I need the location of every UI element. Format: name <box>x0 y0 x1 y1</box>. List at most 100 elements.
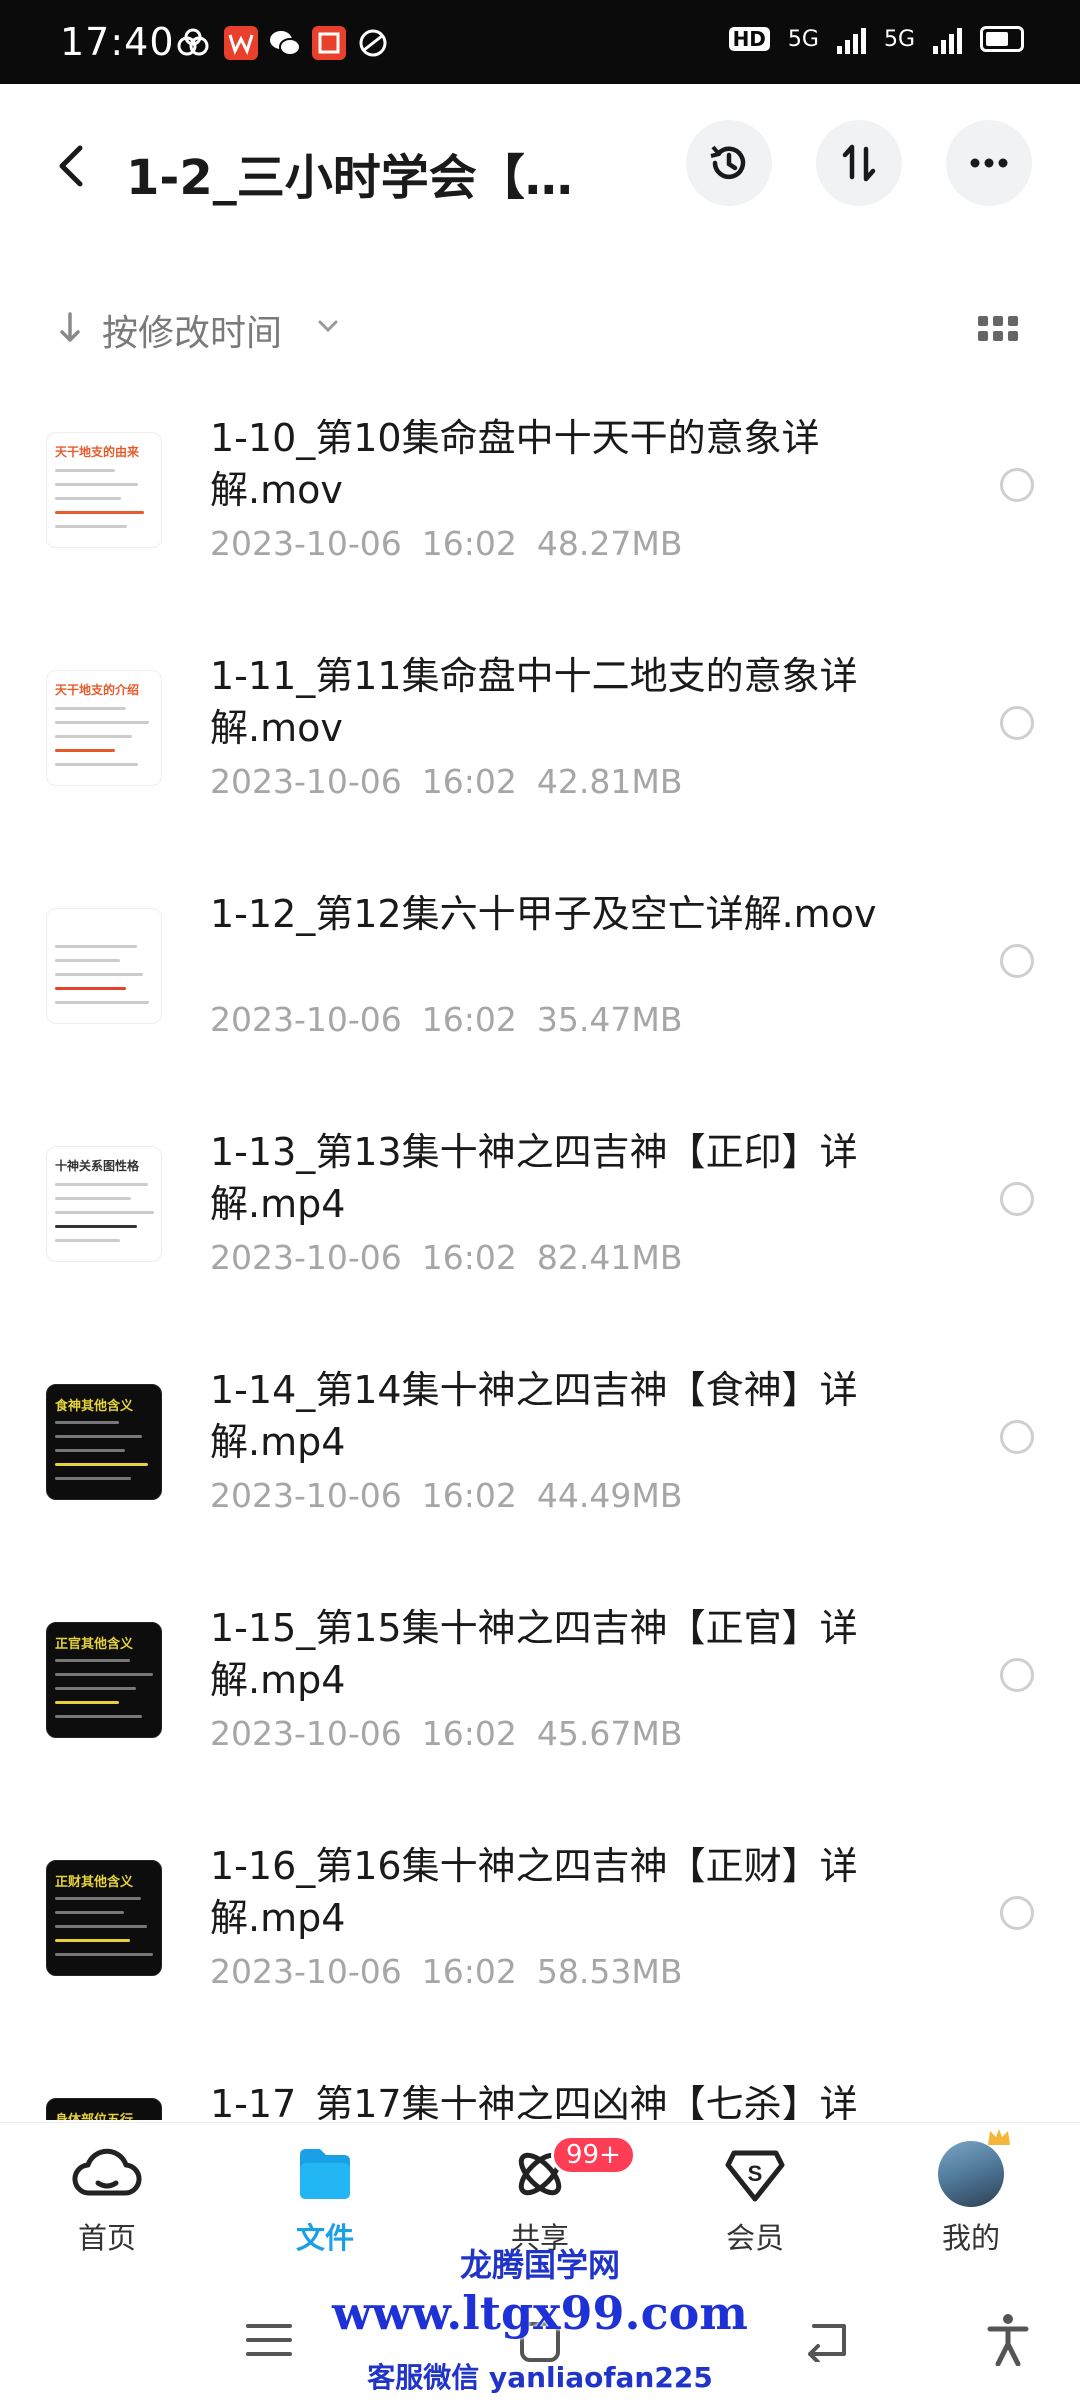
thumbnail-text-line <box>55 497 121 500</box>
file-thumbnail: 十神关系图性格 <box>46 1146 162 1262</box>
watermark-url: www.ltgx99.com <box>332 2286 748 2340</box>
hd-indicator: HD <box>728 27 770 51</box>
file-row[interactable]: 1-12_第12集六十甲子及空亡详解.mov 2023-10-06 16:02 35.… <box>0 866 1080 1104</box>
file-size: 35.47MB <box>536 1000 683 1039</box>
file-thumbnail: 正财其他含义 <box>46 1860 162 1976</box>
chevron-down-icon[interactable] <box>316 316 340 336</box>
thumbnail-text-line <box>55 1463 148 1466</box>
more-button[interactable] <box>946 120 1032 206</box>
file-size: 82.41MB <box>536 1238 683 1277</box>
baidu-netdisk-app-icon <box>176 26 210 60</box>
file-date: 2023-10-06 <box>210 1714 402 1753</box>
file-date: 2023-10-06 <box>210 1952 402 1991</box>
sort-label[interactable]: 按修改时间 <box>102 304 282 356</box>
thumbnail-text-line <box>55 1673 153 1676</box>
avatar <box>938 2129 1010 2207</box>
file-thumbnail: 食神其他含义 <box>46 1384 162 1500</box>
file-size: 48.27MB <box>536 524 683 563</box>
thumbnail-text-line <box>55 1449 125 1452</box>
select-radio[interactable] <box>1000 944 1034 978</box>
thumbnail-title: 天干地支的介绍 <box>55 683 140 697</box>
file-meta: 2023-10-06 16:02 48.27MB <box>210 524 682 563</box>
file-meta: 2023-10-06 16:02 42.81MB <box>210 762 682 801</box>
file-time: 16:02 <box>421 1476 517 1515</box>
select-radio[interactable] <box>1000 468 1034 502</box>
thumbnail-text-line <box>55 525 127 528</box>
thumbnail-text-line <box>55 763 138 766</box>
share-badge: 99+ <box>551 2135 636 2175</box>
battery-icon <box>980 26 1024 52</box>
history-button[interactable] <box>686 120 772 206</box>
file-time: 16:02 <box>421 1238 517 1277</box>
wechat-app-icon <box>268 26 302 60</box>
file-date: 2023-10-06 <box>210 762 402 801</box>
file-name: 1-13_第13集十神之四吉神【正印】详解.mp4 <box>210 1130 858 1226</box>
file-meta: 2023-10-06 16:02 35.47MB <box>210 1000 682 1039</box>
file-meta: 2023-10-06 16:02 44.49MB <box>210 1476 682 1515</box>
file-row[interactable]: 正官其他含义 1-15_第15集十神之四吉神【正官】详解.mp4 2023-10-0… <box>0 1580 1080 1818</box>
file-name: 1-14_第14集十神之四吉神【食神】详解.mp4 <box>210 1368 858 1464</box>
select-radio[interactable] <box>1000 1658 1034 1692</box>
back-icon[interactable] <box>50 140 94 192</box>
file-size: 44.49MB <box>536 1476 683 1515</box>
file-thumbnail: 身体部位五行 <box>46 2098 162 2120</box>
file-date: 2023-10-06 <box>210 524 402 563</box>
wps-app-icon <box>224 26 258 60</box>
thumbnail-text-line <box>55 1687 136 1690</box>
file-name: 1-12_第12集六十甲子及空亡详解.mov <box>210 892 877 936</box>
thumbnail-text-line <box>55 735 132 738</box>
select-radio[interactable] <box>1000 1896 1034 1930</box>
file-thumbnail <box>46 908 162 1024</box>
thumbnail-text-line <box>55 1477 131 1480</box>
thumbnail-title: 正财其他含义 <box>55 1875 134 1890</box>
file-row[interactable]: 天干地支的由来 1-10_第10集命盘中十天干的意象详解.mov 2023-10-0… <box>0 390 1080 628</box>
sort-button[interactable] <box>816 120 902 206</box>
crown-icon <box>988 2129 1010 2145</box>
browser-app-icon <box>356 26 390 60</box>
sort-icon <box>842 144 876 182</box>
signal-icon <box>836 24 866 54</box>
select-radio[interactable] <box>1000 1420 1034 1454</box>
file-size: 45.67MB <box>536 1714 683 1753</box>
network-type-1: 5G <box>787 26 819 52</box>
thumbnail-text-line <box>55 973 143 976</box>
file-row[interactable]: 身体部位五行 1-17_第17集十神之四凶神【七杀】详 <box>0 2056 1080 2120</box>
thumbnail-text-line <box>55 1197 131 1200</box>
file-row[interactable]: 十神关系图性格 1-13_第13集十神之四吉神【正印】详解.mp4 2023-10-… <box>0 1104 1080 1342</box>
grid-view-icon[interactable] <box>978 316 1018 341</box>
thumbnail-title: 身体部位五行 <box>55 2109 133 2120</box>
taobao-app-icon <box>312 26 346 60</box>
file-time: 16:02 <box>421 524 517 563</box>
select-radio[interactable] <box>1000 706 1034 740</box>
thumbnail-text-line <box>55 1715 142 1718</box>
file-time: 16:02 <box>421 1000 517 1039</box>
thumbnail-text-line <box>55 959 120 962</box>
file-row[interactable]: 食神其他含义 1-14_第14集十神之四吉神【食神】详解.mp4 2023-10-0… <box>0 1342 1080 1580</box>
thumbnail-title: 正官其他含义 <box>55 1637 134 1652</box>
status-bar: 17:40 HD 5G 5G <box>0 0 1080 84</box>
thumbnail-text-line <box>55 1239 120 1242</box>
arrow-down-icon <box>60 312 80 342</box>
watermark-site-name: 龙腾国学网 <box>459 2246 620 2284</box>
thumbnail-text-line <box>55 1953 153 1956</box>
file-name: 1-17_第17集十神之四凶神【七杀】详 <box>210 2082 858 2120</box>
file-thumbnail: 天干地支的由来 <box>46 432 162 548</box>
thumbnail-text-line <box>55 1911 124 1914</box>
sort-bar[interactable]: 按修改时间 <box>0 292 1080 362</box>
file-time: 16:02 <box>421 1714 517 1753</box>
file-name: 1-10_第10集命盘中十天干的意象详解.mov <box>210 416 820 512</box>
file-row[interactable]: 正财其他含义 1-16_第16集十神之四吉神【正财】详解.mp4 2023-10-0… <box>0 1818 1080 2056</box>
thumbnail-text-line <box>55 1225 137 1228</box>
file-thumbnail: 正官其他含义 <box>46 1622 162 1738</box>
file-time: 16:02 <box>421 1952 517 1991</box>
folder-icon <box>300 2149 350 2199</box>
file-row[interactable]: 天干地支的介绍 1-11_第11集命盘中十二地支的意象详解.mov 2023-10-… <box>0 628 1080 866</box>
file-size: 58.53MB <box>536 1952 683 1991</box>
thumbnail-text-line <box>55 483 138 486</box>
more-icon <box>970 158 1008 168</box>
thumbnail-text-line <box>55 511 144 514</box>
history-icon <box>710 145 746 180</box>
select-radio[interactable] <box>1000 1182 1034 1216</box>
thumbnail-text-line <box>55 987 126 990</box>
thumbnail-text-line <box>55 1925 147 1928</box>
